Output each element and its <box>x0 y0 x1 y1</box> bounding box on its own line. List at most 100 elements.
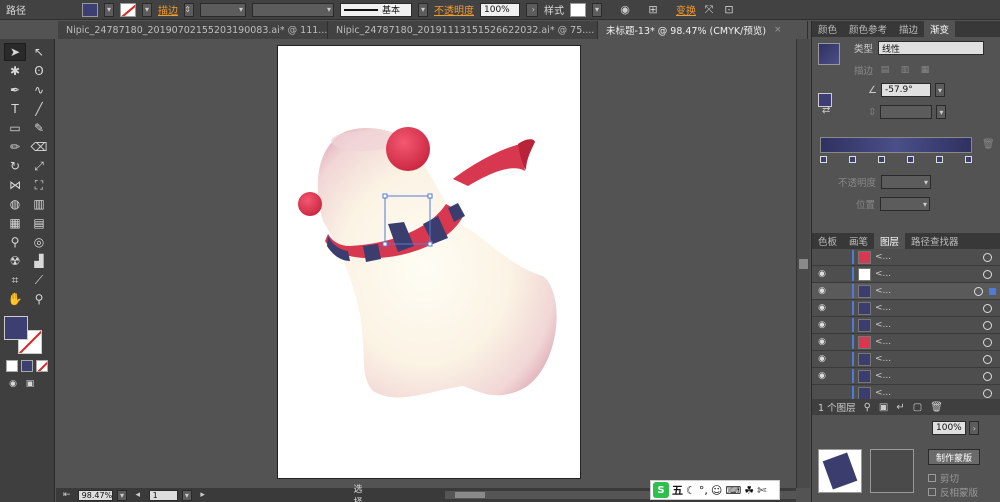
mask-thumbnail[interactable] <box>870 449 914 493</box>
target-circle-icon[interactable] <box>983 303 992 313</box>
hand-icon[interactable]: ✋ <box>4 290 26 308</box>
earmuff-left[interactable] <box>298 192 322 216</box>
skin-icon[interactable]: ☘ <box>744 484 754 497</box>
selection-handle[interactable] <box>427 193 433 199</box>
stroke-across-icon[interactable]: ▦ <box>917 63 933 77</box>
tab-pathfinder[interactable]: 路径查找器 <box>905 233 965 249</box>
fill-swatch-large[interactable] <box>4 316 28 340</box>
stop-opacity-field[interactable]: ▾ <box>881 175 932 189</box>
scale-icon[interactable]: ⤢ <box>28 157 50 175</box>
variable-width-dropdown[interactable]: ▾ <box>252 2 334 17</box>
scroll-thumb[interactable] <box>799 259 808 269</box>
blend-icon[interactable]: ◎ <box>28 233 50 251</box>
selection-handle[interactable] <box>427 241 433 247</box>
layer-row[interactable]: <... <box>812 385 1000 399</box>
artboard-dropdown[interactable]: ▾ <box>182 489 192 501</box>
fill-dropdown[interactable]: ▾ <box>104 2 114 17</box>
locate-object-icon[interactable]: ⚲ <box>864 402 871 413</box>
pencil-icon[interactable]: ✏ <box>4 138 26 156</box>
visibility-eye-icon[interactable]: ◉ <box>816 269 828 279</box>
color-mode-icon[interactable] <box>6 360 18 372</box>
visibility-eye-icon[interactable]: ◉ <box>816 371 828 381</box>
sogou-logo-icon[interactable]: S <box>653 482 669 498</box>
gradient-mode-icon[interactable] <box>21 360 33 372</box>
stroke-weight-field[interactable]: ▾ <box>200 2 246 17</box>
style-dropdown[interactable]: ▾ <box>592 2 602 17</box>
isolate-icon[interactable]: ⤧ <box>702 3 716 17</box>
target-circle-icon[interactable] <box>983 252 992 262</box>
clip-checkbox[interactable] <box>928 474 936 482</box>
new-layer-icon[interactable]: ▢ <box>913 402 922 413</box>
perspective-icon[interactable]: ▥ <box>28 195 50 213</box>
visibility-eye-icon[interactable]: ◉ <box>816 303 828 313</box>
mesh-icon[interactable]: ▦ <box>4 214 26 232</box>
transparency-opacity-dropdown[interactable]: › <box>969 421 979 435</box>
eyedropper-icon[interactable]: ⚲ <box>4 233 26 251</box>
doc-tab-2[interactable]: Nipic_24787180_20191113151526622032.ai* … <box>328 21 598 39</box>
brush-definition-field[interactable]: 基本 <box>340 2 412 17</box>
close-icon[interactable]: × <box>774 25 782 35</box>
layer-row[interactable]: ◉ <... <box>812 300 1000 317</box>
tab-stroke[interactable]: 描边 <box>893 21 924 37</box>
layer-row[interactable]: ◉ <... <box>812 317 1000 334</box>
gradient-stops[interactable] <box>820 156 972 164</box>
next-artboard-icon[interactable]: ▸ <box>196 488 210 502</box>
clipping-mask-icon[interactable]: ▣ <box>879 402 888 413</box>
target-circle-icon[interactable] <box>983 388 992 398</box>
stroke-link[interactable]: 描边 <box>158 2 178 17</box>
none-mode-icon[interactable] <box>36 360 48 372</box>
selection-indicator[interactable] <box>989 287 996 295</box>
make-mask-button[interactable]: 制作蒙版 <box>928 449 980 465</box>
recolor-icon[interactable]: ◉ <box>618 3 632 17</box>
eraser-icon[interactable]: ⌫ <box>28 138 50 156</box>
keyboard-icon[interactable]: ⌨ <box>725 484 741 497</box>
gradient-type-select[interactable]: 线性 <box>878 41 985 55</box>
target-circle-icon[interactable] <box>983 320 992 330</box>
fill-stroke-widget[interactable] <box>4 316 54 360</box>
transform-link[interactable]: 变换 <box>676 2 696 17</box>
aspect-ratio-field[interactable] <box>880 105 933 119</box>
layer-row[interactable]: ◉ <... <box>812 334 1000 351</box>
free-transform-icon[interactable]: ⛶ <box>28 176 50 194</box>
tools-icon[interactable]: ✄ <box>757 484 766 497</box>
column-graph-icon[interactable]: ▟ <box>28 252 50 270</box>
vertical-scrollbar[interactable] <box>796 39 810 488</box>
opacity-field[interactable]: 100% <box>480 2 520 17</box>
doc-tab-3[interactable]: 未标题-13* @ 98.47% (CMYK/预览) × <box>598 21 808 39</box>
earmuff-right[interactable] <box>386 127 430 171</box>
screen-mode-icon[interactable]: ▣ <box>23 378 37 390</box>
reverse-gradient-icon[interactable]: ⇄ <box>822 105 830 116</box>
align-icon[interactable]: ⊞ <box>646 3 660 17</box>
target-circle-icon[interactable] <box>974 286 983 296</box>
fill-swatch[interactable] <box>82 2 98 17</box>
shape-builder-icon[interactable]: ◍ <box>4 195 26 213</box>
opacity-dropdown[interactable]: › <box>526 2 538 17</box>
scroll-thumb[interactable] <box>455 492 486 498</box>
invert-mask-checkbox[interactable] <box>928 488 936 496</box>
new-sublayer-icon[interactable]: ↵ <box>896 402 904 413</box>
tab-layers[interactable]: 图层 <box>874 233 906 249</box>
visibility-eye-icon[interactable]: ◉ <box>816 286 828 296</box>
layer-row[interactable]: ◉ <... <box>812 368 1000 385</box>
tab-color-guide[interactable]: 颜色参考 <box>843 21 893 37</box>
emoji-icon[interactable]: ☺ <box>711 484 722 497</box>
tab-gradient[interactable]: 渐变 <box>924 21 956 37</box>
delete-stop-icon[interactable]: 🗑 <box>982 139 995 150</box>
target-circle-icon[interactable] <box>983 337 992 347</box>
rotate-icon[interactable]: ↻ <box>4 157 26 175</box>
artboard-nav-icon[interactable]: ⇤ <box>60 488 74 502</box>
stroke-weight-stepper[interactable]: ⇕ <box>184 2 194 17</box>
paintbrush-icon[interactable]: ✎ <box>28 119 50 137</box>
layer-row[interactable]: ◉ <... <box>812 351 1000 368</box>
lasso-icon[interactable]: ʘ <box>28 62 50 80</box>
tab-color[interactable]: 颜色 <box>812 21 843 37</box>
artboard-icon[interactable]: ⌗ <box>4 271 26 289</box>
transparency-opacity-field[interactable]: 100% <box>932 421 966 435</box>
moon-icon[interactable]: ☾ <box>686 484 696 497</box>
stroke-dropdown[interactable]: ▾ <box>142 2 152 17</box>
gradient-icon[interactable]: ▤ <box>28 214 50 232</box>
doc-tab-1[interactable]: Nipic_24787180_20190702155203190083.ai* … <box>58 21 328 39</box>
width-icon[interactable]: ⋈ <box>4 176 26 194</box>
tab-swatches[interactable]: 色板 <box>812 233 843 249</box>
gradient-slider[interactable] <box>820 137 972 153</box>
